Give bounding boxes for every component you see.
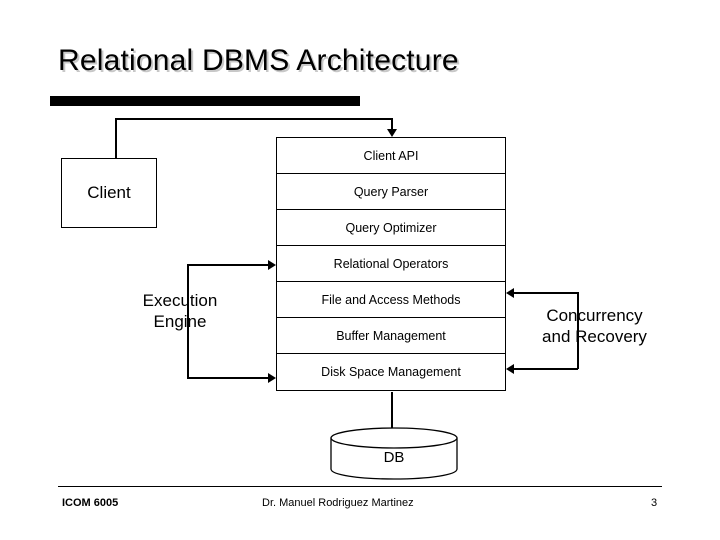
concurrency-arrow-top-head (506, 288, 514, 298)
footer-author: Dr. Manuel Rodriguez Martinez (262, 497, 414, 509)
execution-engine-arrow-top-line (187, 264, 269, 266)
execution-engine-arrow-bottom-head (268, 373, 276, 383)
concurrency-label-line2: and Recovery (542, 327, 647, 346)
layer-row-disk-space-management: Disk Space Management (277, 354, 505, 390)
concurrency-arrow-bottom-line (514, 368, 578, 370)
client-to-api-vertical-up (115, 118, 117, 158)
concurrency-arrow-top-line (514, 292, 578, 294)
layer-row-buffer-management: Buffer Management (277, 318, 505, 354)
concurrency-and-recovery-label: Concurrency and Recovery (512, 305, 677, 347)
concurrency-arrow-bottom-head (506, 364, 514, 374)
layer-row-file-and-access-methods: File and Access Methods (277, 282, 505, 318)
layer-label: Buffer Management (336, 328, 446, 343)
footer-page-number: 3 (651, 497, 658, 509)
execution-engine-arrow-top-head (268, 260, 276, 270)
concurrency-label-line1: Concurrency (546, 306, 643, 325)
client-box-label: Client (87, 183, 131, 202)
layer-label: Relational Operators (333, 256, 449, 271)
execution-engine-arrow-bottom-line (187, 377, 269, 379)
layer-label: Client API (363, 148, 419, 163)
footer-course-code: ICOM 6005 (62, 497, 119, 509)
slide-canvas: Relational DBMS Architecture Client Exec… (0, 0, 720, 540)
footer-divider (58, 486, 662, 487)
layer-row-client-api: Client API (277, 138, 505, 174)
dbms-layer-stack: Client API Query Parser Query Optimizer … (276, 137, 506, 391)
client-to-api-arrowhead (387, 129, 397, 137)
database-cylinder: DB (330, 427, 458, 480)
execution-engine-label-line2: Engine (153, 312, 207, 331)
client-to-api-horizontal (115, 118, 392, 120)
client-box: Client (61, 158, 157, 228)
layer-row-relational-operators: Relational Operators (277, 246, 505, 282)
execution-engine-label-line1: Execution (142, 291, 218, 310)
layer-label: Disk Space Management (321, 365, 461, 379)
title-underline-bar (50, 96, 360, 106)
layer-label: Query Parser (353, 184, 429, 199)
database-label: DB (383, 449, 405, 466)
page-title: Relational DBMS Architecture (58, 44, 459, 77)
layer-label: Query Optimizer (345, 220, 437, 235)
layer-row-query-parser: Query Parser (277, 174, 505, 210)
layer-row-query-optimizer: Query Optimizer (277, 210, 505, 246)
execution-engine-label: Execution Engine (110, 290, 250, 332)
layer-label: File and Access Methods (321, 292, 461, 307)
